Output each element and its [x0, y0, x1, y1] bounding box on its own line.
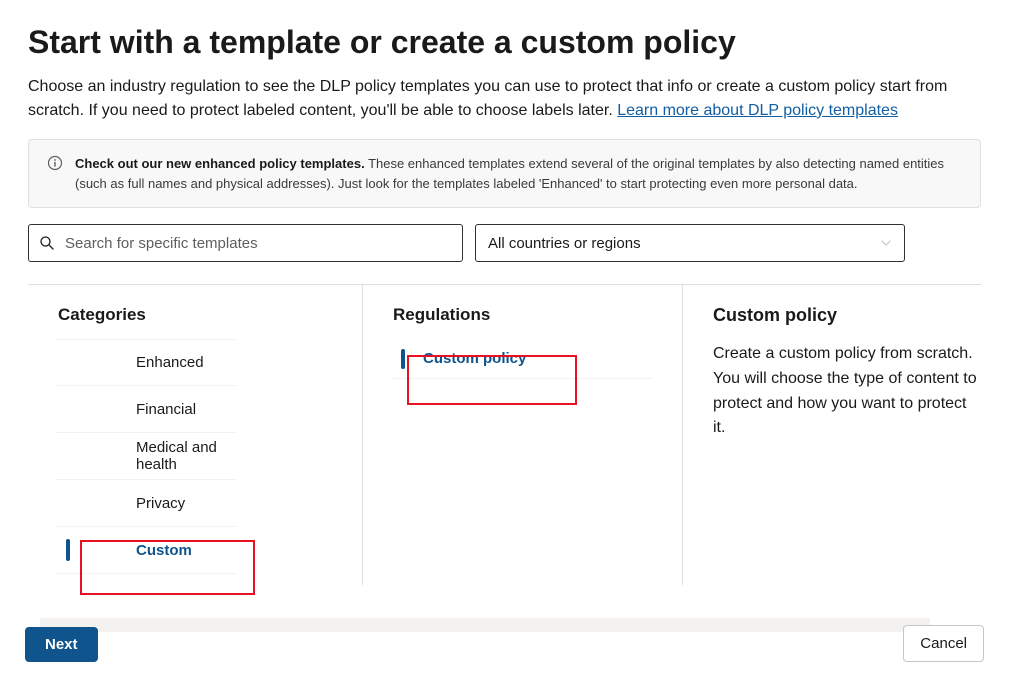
category-item-custom[interactable]: Custom [56, 527, 236, 574]
category-item-financial[interactable]: Financial [56, 386, 236, 433]
region-select[interactable]: All countries or regions [475, 224, 905, 262]
regulation-item-custom-policy[interactable]: Custom policy [393, 339, 652, 379]
category-item-medical[interactable]: Medical and health [56, 433, 236, 480]
info-icon [47, 154, 63, 193]
page-subtitle: Choose an industry regulation to see the… [28, 75, 981, 123]
category-item-enhanced[interactable]: Enhanced [56, 339, 236, 386]
next-button[interactable]: Next [25, 627, 98, 662]
category-item-privacy[interactable]: Privacy [56, 480, 236, 527]
info-banner-bold: Check out our new enhanced policy templa… [75, 156, 365, 171]
regulations-heading: Regulations [393, 305, 652, 325]
horizontal-scrollbar[interactable] [40, 618, 930, 632]
cancel-button[interactable]: Cancel [903, 625, 984, 662]
search-input[interactable] [63, 234, 452, 253]
search-box[interactable] [28, 224, 463, 262]
info-banner-text: Check out our new enhanced policy templa… [75, 154, 962, 193]
categories-heading: Categories [58, 305, 362, 325]
region-select-value: All countries or regions [488, 235, 641, 252]
learn-more-link[interactable]: Learn more about DLP policy templates [617, 102, 898, 119]
detail-body: Create a custom policy from scratch. You… [713, 342, 981, 441]
search-icon [39, 235, 55, 251]
page-title: Start with a template or create a custom… [28, 24, 981, 61]
chevron-down-icon [880, 237, 892, 249]
detail-title: Custom policy [713, 305, 981, 326]
info-banner: Check out our new enhanced policy templa… [28, 139, 981, 208]
scrollbar-thumb[interactable] [40, 618, 930, 632]
